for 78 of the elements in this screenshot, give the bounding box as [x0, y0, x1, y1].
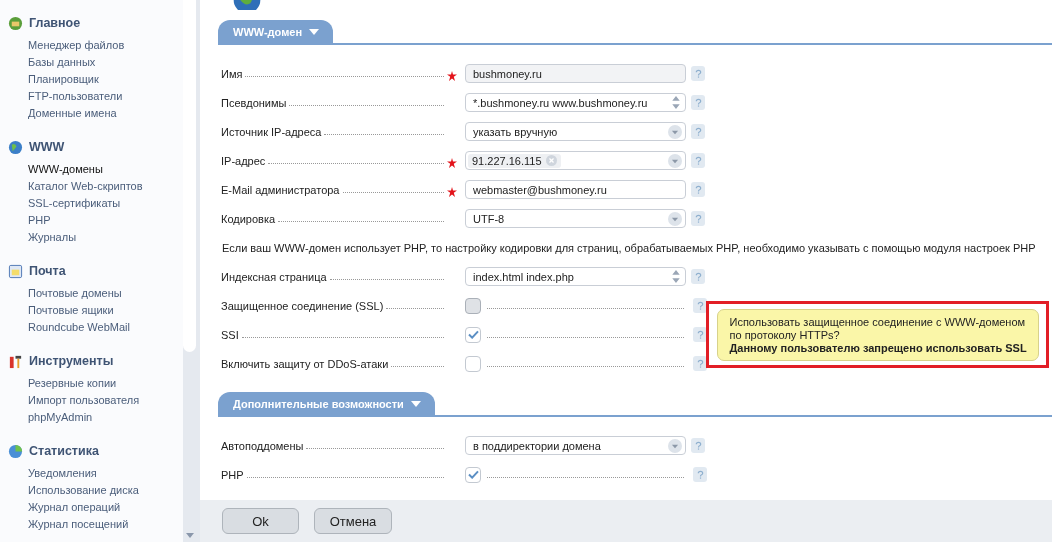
sidebar-item[interactable]: Почтовые ящики — [28, 302, 114, 319]
help-icon[interactable] — [691, 211, 705, 226]
help-icon[interactable] — [691, 182, 705, 197]
sidebar-item[interactable]: Импорт пользователя — [28, 392, 140, 409]
text-field[interactable]: webmaster@bushmoney.ru — [465, 180, 686, 199]
sidebar-group-title[interactable]: Почта — [29, 264, 66, 278]
tooltip-warning: Данному пользователю запрещено использовать SSL — [729, 341, 1028, 355]
sidebar-item[interactable]: Почтовые домены — [28, 285, 122, 302]
help-icon[interactable] — [691, 269, 705, 284]
help-icon[interactable] — [693, 467, 707, 482]
checkbox[interactable] — [465, 466, 481, 483]
dropdown-icon — [668, 211, 682, 226]
sidebar-item[interactable]: Доменные имена — [28, 105, 117, 122]
sidebar-item[interactable]: Roundcube WebMail — [28, 319, 130, 336]
help-icon[interactable] — [691, 124, 705, 139]
sidebar-item[interactable]: phpMyAdmin — [28, 409, 93, 426]
tag-select-field[interactable]: 91.227.16.115 — [465, 151, 686, 170]
help-icon[interactable] — [693, 327, 707, 342]
hint-text: Если ваш WWW-домен использует PHP, то настройку кодировки для страниц, обрабатываемых PHP, необходимо указывать с помощью модуля настроек PHP — [221, 240, 1037, 256]
sidebar-item[interactable]: WWW-домены — [28, 161, 103, 178]
sidebar-group-title[interactable]: WWW — [29, 140, 65, 154]
sidebar-item[interactable]: Менеджер файлов — [28, 37, 125, 54]
help-icon[interactable] — [691, 438, 705, 453]
dropdown-icon — [668, 124, 682, 139]
sidebar-group-title[interactable]: Главное — [29, 16, 81, 30]
scroll-down-icon[interactable] — [186, 533, 194, 538]
field-label: IP-адрес — [221, 154, 266, 167]
checkbox[interactable] — [465, 326, 481, 343]
field-label: Индексная страница — [221, 270, 327, 283]
sidebar-item[interactable]: Базы данных — [28, 54, 96, 71]
list-field[interactable]: index.html index.php — [465, 267, 686, 286]
sidebar-item[interactable]: Использование диска — [28, 482, 139, 499]
dropdown-icon — [668, 438, 682, 453]
dropdown-icon — [668, 153, 682, 168]
sidebar-item[interactable]: Резервные копии — [28, 375, 117, 392]
field-label: Источник IP-адреса — [221, 125, 322, 138]
select-field[interactable]: указать вручную — [465, 122, 686, 141]
sidebar-item[interactable]: Каталог Web-скриптов — [28, 178, 143, 195]
pie-chart-icon — [8, 443, 23, 459]
form-button[interactable]: Отмена — [314, 508, 392, 534]
spinner-icon — [672, 270, 680, 283]
remove-icon[interactable] — [545, 155, 557, 166]
tooltip-text: Использовать защищенное соединение с WWW-доменом по протоколу HTTPs? — [729, 315, 1027, 342]
form-button[interactable]: Ok — [222, 508, 299, 534]
field-label: SSI — [221, 328, 239, 341]
sidebar-item[interactable]: PHP — [28, 212, 51, 229]
field-label: Псевдонимы — [221, 96, 287, 109]
tools-icon — [8, 353, 23, 369]
sidebar-item[interactable]: FTP-пользователи — [28, 88, 123, 105]
caret-icon — [309, 29, 320, 35]
list-field[interactable]: *.bushmoney.ru www.bushmoney.ru — [465, 93, 686, 112]
globe-icon — [8, 139, 23, 155]
sidebar-item[interactable]: Планировщик — [28, 71, 99, 88]
spinner-icon — [672, 96, 680, 109]
sidebar-item[interactable]: Журнал операций — [28, 499, 121, 516]
help-icon[interactable] — [693, 356, 707, 371]
field-label: Включить защиту от DDoS-атаки — [221, 357, 389, 370]
field-label: Автоподдомены — [221, 439, 304, 452]
field-label: Имя — [221, 67, 243, 80]
sidebar-item[interactable]: Уведомления — [28, 465, 97, 482]
caret-icon — [410, 401, 421, 407]
sidebar-item[interactable]: Журналы — [28, 229, 77, 246]
select-field[interactable]: UTF-8 — [465, 209, 686, 228]
checkbox[interactable] — [465, 355, 481, 372]
sidebar-item[interactable]: SSL-сертификаты — [28, 195, 121, 212]
sidebar-group-title[interactable]: Статистика — [29, 444, 99, 458]
mail-icon — [8, 263, 23, 279]
help-icon[interactable] — [691, 95, 705, 110]
field-label: Защищенное соединение (SSL) — [221, 299, 384, 312]
field-label: E-Mail администратора — [221, 183, 340, 196]
field-label: Кодировка — [221, 212, 276, 225]
sidebar-item[interactable]: Журнал посещений — [28, 516, 129, 533]
sidebar-group-title[interactable]: Инструменты — [29, 354, 114, 368]
field-label: PHP — [221, 468, 244, 481]
help-icon[interactable] — [691, 153, 705, 168]
home-icon — [8, 15, 23, 31]
sidebar-scrollbar[interactable] — [183, 0, 200, 542]
select-field[interactable]: в поддиректории домена — [465, 436, 686, 455]
